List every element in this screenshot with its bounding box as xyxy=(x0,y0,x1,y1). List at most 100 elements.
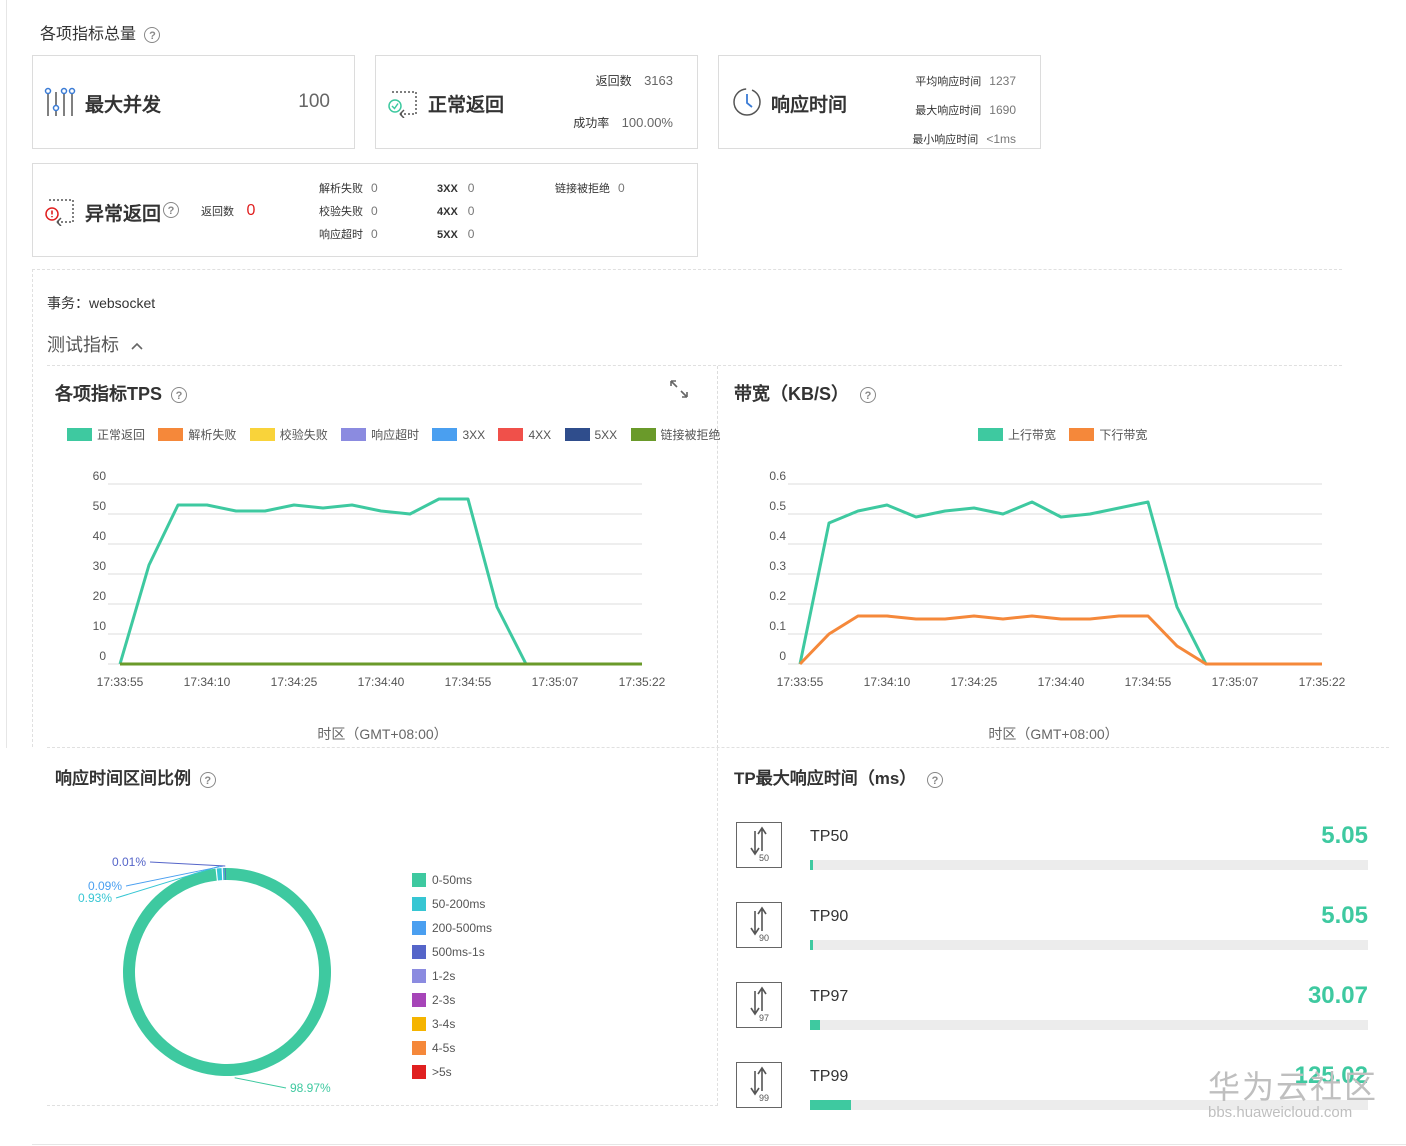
legend-item[interactable]: 3XX xyxy=(432,428,485,442)
response-time-title: 响应时间 xyxy=(771,95,848,116)
legend-label: 下行带宽 xyxy=(1099,428,1148,442)
4xx-value: 0 xyxy=(467,204,475,218)
abnormal-return-card: 异常返回 ? 返回数 0 解析失败 0 校验失败 0 响应超时 0 3XX 0 4XX 0… xyxy=(32,163,698,257)
summary-header: 各项指标总量 ? xyxy=(40,20,161,44)
success-rate-value: 100.00% xyxy=(621,115,673,130)
divider xyxy=(32,269,1342,270)
legend-swatch xyxy=(158,428,184,441)
parse-fail-label: 解析失败 xyxy=(319,183,363,195)
legend-item[interactable]: 5XX xyxy=(564,428,617,442)
help-icon[interactable]: ? xyxy=(171,387,188,404)
normal-return-title: 正常返回 xyxy=(428,95,505,116)
y-tick-label: 20 xyxy=(93,589,107,603)
timeout-value: 0 xyxy=(371,227,378,241)
sort-arrows-icon: 99 xyxy=(750,1060,769,1103)
legend-swatch xyxy=(432,428,458,441)
bandwidth-legend: 上行带宽 下行带宽 xyxy=(978,426,1157,444)
abnormal-return-title: 异常返回 xyxy=(85,204,162,225)
bandwidth-header: 带宽（KB/S） ? xyxy=(734,380,877,406)
y-tick-label: 0.6 xyxy=(769,469,786,483)
sort-arrows-icon: 97 xyxy=(750,980,769,1023)
x-tick-label: 17:34:55 xyxy=(445,675,492,689)
y-tick-label: 60 xyxy=(93,469,107,483)
tp-value: 30.07 xyxy=(1307,982,1368,1009)
legend-swatch xyxy=(498,428,524,441)
max-concurrency-value: 100 xyxy=(298,91,330,112)
transaction-label: 事务：websocket xyxy=(47,295,156,311)
legend-item[interactable]: 链接被拒绝 xyxy=(630,426,721,443)
tp-value: 5.05 xyxy=(1321,902,1368,929)
tp-value: 5.05 xyxy=(1321,822,1368,849)
legend-item[interactable]: 响应超时 xyxy=(341,426,419,443)
legend-label: 4XX xyxy=(528,427,552,442)
legend-item[interactable]: 校验失败 xyxy=(249,426,328,443)
return-count-label: 返回数 xyxy=(595,74,632,88)
x-tick-label: 17:34:40 xyxy=(358,675,405,689)
legend-item[interactable]: 正常返回 xyxy=(67,426,145,443)
y-tick-label: 0.1 xyxy=(769,619,786,633)
legend-swatch xyxy=(978,428,1003,441)
divider xyxy=(32,1144,1406,1145)
legend-label: 校验失败 xyxy=(279,428,328,442)
sort-arrows-icon: 90 xyxy=(750,900,769,943)
tp-bar-fill xyxy=(810,940,814,950)
bandwidth-timezone: 时区（GMT+08:00） xyxy=(988,726,1119,742)
expand-icon[interactable] xyxy=(668,378,690,400)
series-line xyxy=(118,497,642,666)
max-response-value: 1690 xyxy=(989,103,1016,117)
tp-bar-fill xyxy=(810,1100,852,1110)
refused-value: 0 xyxy=(618,181,625,195)
legend-swatch xyxy=(564,428,590,441)
avg-response-label: 平均响应时间 xyxy=(915,76,982,88)
divider xyxy=(32,269,33,747)
y-tick-label: 0.3 xyxy=(769,559,786,573)
help-icon[interactable]: ? xyxy=(927,771,944,788)
x-tick-label: 17:34:25 xyxy=(951,675,998,689)
x-tick-label: 17:33:55 xyxy=(777,675,824,689)
legend-item[interactable]: 上行带宽 xyxy=(978,426,1056,443)
sort-arrows-icon: 50 xyxy=(750,820,769,863)
metrics-toggle[interactable]: 测试指标 xyxy=(47,331,144,357)
4xx-label: 4XX xyxy=(437,206,458,218)
legend-label: 正常返回 xyxy=(97,428,146,442)
summary-title: 各项指标总量 xyxy=(40,26,137,43)
help-icon[interactable]: ? xyxy=(163,202,179,218)
bandwidth-title: 带宽（KB/S） xyxy=(734,384,850,404)
tp-row: 97 TP97 30.07 xyxy=(736,980,1376,1042)
x-tick-label: 17:33:55 xyxy=(97,675,144,689)
tp-row: 90 TP90 5.05 xyxy=(736,900,1376,962)
x-tick-label: 17:34:40 xyxy=(1038,675,1085,689)
abnormal-return-count: 返回数 0 xyxy=(201,202,255,220)
tp-icon: 50 xyxy=(736,820,782,868)
legend-item[interactable]: 解析失败 xyxy=(158,426,236,443)
tp-title: TP最大响应时间（ms） xyxy=(734,769,917,788)
tp-icon: 90 xyxy=(736,900,782,948)
chevron-up-icon xyxy=(131,342,143,350)
response-time-card: 响应时间 平均响应时间 1237 最大响应时间 1690 最小响应时间 <1ms xyxy=(718,55,1041,149)
help-icon[interactable]: ? xyxy=(860,387,877,404)
success-rate: 成功率 100.00% xyxy=(573,114,673,132)
tps-timezone: 时区（GMT+08:00） xyxy=(317,726,448,742)
x-tick-label: 17:35:07 xyxy=(532,675,579,689)
clock-icon xyxy=(733,88,761,116)
min-response-label: 最小响应时间 xyxy=(912,134,979,146)
watermark: 华为云社区 bbs.huaweicloud.com xyxy=(1208,1062,1378,1121)
max-response-label: 最大响应时间 xyxy=(915,105,982,117)
help-icon[interactable]: ? xyxy=(144,26,161,43)
tps-header: 各项指标TPS ? xyxy=(55,380,188,406)
legend-item[interactable]: 4XX xyxy=(498,428,551,442)
x-tick-label: 17:35:22 xyxy=(1299,675,1346,689)
abnormal-return-icon xyxy=(45,199,74,226)
x-tick-label: 17:35:07 xyxy=(1212,675,1259,689)
y-tick-label: 30 xyxy=(93,559,107,573)
min-response-value: <1ms xyxy=(986,132,1016,146)
parse-fail-value: 0 xyxy=(371,181,378,195)
y-tick-label: 0.2 xyxy=(769,589,786,603)
legend-item[interactable]: 下行带宽 xyxy=(1069,426,1147,443)
legend-swatch xyxy=(630,428,656,441)
tp-bar-track xyxy=(810,940,1368,950)
x-tick-label: 17:34:55 xyxy=(1125,675,1172,689)
svg-text:50: 50 xyxy=(759,853,769,863)
max-concurrency-card: 最大并发 100 xyxy=(32,55,355,149)
tp-label: TP99 xyxy=(810,1068,849,1085)
